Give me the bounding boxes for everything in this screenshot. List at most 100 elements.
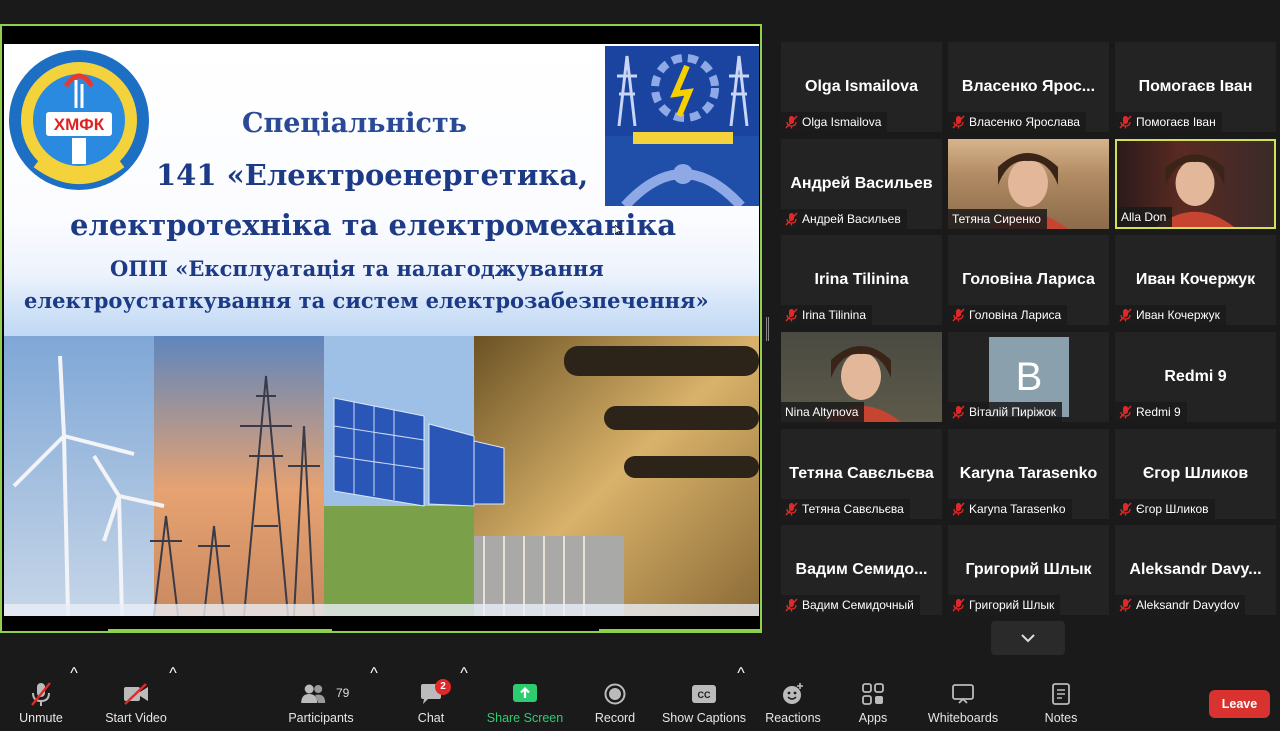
share-indicator-bar [108,629,332,632]
participant-name-label: Alla Don [1117,207,1173,227]
participants-button[interactable]: 79 Participants [285,665,357,731]
participants-icon [301,684,326,703]
whiteboards-button[interactable]: Whiteboards [922,665,1004,731]
participant-display-name: Karyna Tarasenko [959,465,1098,482]
apps-button[interactable]: Apps [848,665,898,731]
participant-display-name: Помогаєв Іван [1138,78,1253,95]
participant-name-text: Иван Кочержук [1136,308,1220,322]
participant-display-name: Григорий Шлык [965,561,1092,578]
participant-tile[interactable]: Тетяна Сиренко [948,139,1109,229]
microphone-muted-icon [31,682,51,706]
participant-name-text: Андрей Васильев [802,212,901,226]
participant-tile[interactable]: Aleksandr Davy... Aleksandr Davydov [1115,525,1276,615]
participants-options-caret[interactable]: ^ [368,665,380,731]
slide-specialty-line2: електротехніка та електромеханіка [70,208,677,242]
participant-name-text: Віталій Пиріжок [969,405,1057,419]
participant-display-name: Єгор Шликов [1142,465,1249,482]
participant-name-text: Тетяна Сиренко [952,212,1041,226]
share-screen-button[interactable]: Share Screen [486,665,564,731]
unmute-button[interactable]: Unmute [10,665,72,731]
college-logo: ХМФК [9,50,149,190]
microphone-muted-icon [1119,405,1132,419]
department-logo [605,46,759,206]
reactions-button[interactable]: Reactions [762,665,824,731]
participant-tile[interactable]: Alla Don [1115,139,1276,229]
participant-tile[interactable]: Redmi 9 Redmi 9 [1115,332,1276,422]
participant-name-label: Віталій Пиріжок [948,402,1063,422]
gallery-next-page-button[interactable] [991,621,1065,655]
participant-tile[interactable]: B Віталій Пиріжок [948,332,1109,422]
microphone-muted-icon [952,502,965,516]
microphone-muted-icon [1119,308,1132,322]
leave-button[interactable]: Leave [1209,690,1270,718]
participant-tile[interactable]: Karyna Tarasenko Karyna Tarasenko [948,429,1109,519]
participant-tile[interactable]: Помогаєв Іван Помогаєв Іван [1115,42,1276,132]
participant-name-label: Помогаєв Іван [1115,112,1222,132]
participant-name-label: Aleksandr Davydov [1115,595,1246,615]
participant-tile[interactable]: Тетяна Савєльєва Тетяна Савєльєва [781,429,942,519]
slide-specialty-line1: 141 «Електроенергетика, [156,158,589,192]
microphone-muted-icon [1119,115,1132,129]
participant-name-label: Olga Ismailova [781,112,888,132]
participant-tile[interactable]: Григорий Шлык Григорий Шлык [948,525,1109,615]
participant-tile[interactable]: Irina Tilinina Irina Tilinina [781,235,942,325]
video-camera-off-icon [124,683,148,705]
participant-display-name: Aleksandr Davy... [1129,561,1262,578]
chevron-down-icon [1021,633,1035,642]
apps-grid-icon [862,683,884,705]
participant-tile[interactable]: Єгор Шликов Єгор Шликов [1115,429,1276,519]
reactions-smiley-icon [783,683,803,704]
participant-display-name: Тетяна Савєльєва [789,465,934,482]
participant-name-text: Aleksandr Davydov [1136,598,1240,612]
participant-name-label: Вадим Семидочный [781,595,920,615]
participant-name-label: Андрей Васильев [781,209,907,229]
record-button[interactable]: Record [585,665,645,731]
start-video-button[interactable]: Start Video [100,665,172,731]
participant-name-text: Nina Altynova [785,405,859,419]
participant-name-label: Nina Altynova [781,402,865,422]
microphone-muted-icon [952,598,965,612]
participant-name-text: Власенко Ярослава [969,115,1080,129]
microphone-muted-icon [785,115,798,129]
microphone-muted-icon [785,212,798,226]
audio-options-caret[interactable]: ^ [68,665,80,731]
record-icon [604,683,626,705]
chat-button[interactable]: 2 Chat [405,665,457,731]
participant-name-text: Тетяна Савєльєва [802,502,904,516]
participant-display-name: Redmi 9 [1164,368,1227,385]
participant-name-text: Alla Don [1121,210,1167,224]
participant-tile[interactable]: Nina Altynova [781,332,942,422]
microphone-muted-icon [952,308,965,322]
whiteboard-icon [952,684,974,704]
video-options-caret[interactable]: ^ [167,665,179,731]
participant-tile[interactable]: Olga Ismailova Olga Ismailova [781,42,942,132]
panel-resize-handle[interactable] [766,317,769,341]
slide-program-line1: ОПП «Експлуатація та налагоджування [110,256,604,281]
participant-tile[interactable]: Головіна Лариса Головіна Лариса [948,235,1109,325]
participant-display-name: Головіна Лариса [962,271,1095,288]
svg-text:ХМФК: ХМФК [54,115,105,134]
participant-display-name: Irina Tilinina [814,271,909,288]
participant-name-text: Redmi 9 [1136,405,1181,419]
microphone-muted-icon [952,405,965,419]
participant-tile[interactable]: Андрей Васильев Андрей Васильев [781,139,942,229]
participant-name-label: Тетяна Сиренко [948,209,1047,229]
chat-options-caret[interactable]: ^ [458,665,470,731]
participant-tile[interactable]: Власенко Ярос... Власенко Ярослава [948,42,1109,132]
shared-screen[interactable]: ХМФК Спеціальність 141 «Електроенергетик… [0,24,762,633]
participant-display-name: Власенко Ярос... [961,78,1096,95]
participant-name-text: Вадим Семидочный [802,598,914,612]
slide-program-line2: електроустаткування та систем електрозаб… [24,288,709,313]
participant-tile[interactable]: Иван Кочержук Иван Кочержук [1115,235,1276,325]
participant-name-label: Головіна Лариса [948,305,1068,325]
slide-title: Спеціальність [242,108,468,139]
participant-tile[interactable]: Вадим Семидо... Вадим Семидочный [781,525,942,615]
notes-button[interactable]: Notes [1036,665,1086,731]
energy-photo-collage [4,336,759,616]
captions-options-caret[interactable]: ^ [735,665,747,731]
participants-count: 79 [336,686,350,700]
microphone-muted-icon [785,308,798,322]
microphone-muted-icon [785,598,798,612]
notes-icon [1052,683,1070,705]
participant-name-text: Karyna Tarasenko [969,502,1066,516]
